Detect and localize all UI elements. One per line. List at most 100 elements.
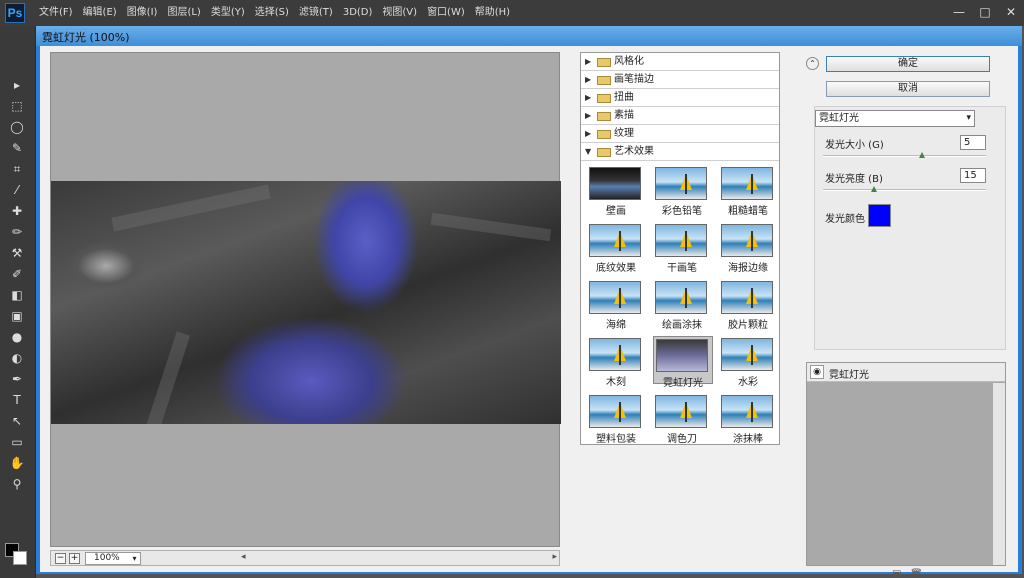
filter-category[interactable]: ▶ 扭曲 xyxy=(581,89,779,107)
filter-thumbnail[interactable]: 霓虹灯光 xyxy=(653,336,713,389)
filter-thumbnail[interactable]: 海报边缘 xyxy=(719,222,779,274)
type-icon[interactable]: T xyxy=(7,391,27,409)
collapsed-triangle-icon[interactable]: ▶ xyxy=(585,89,591,107)
lasso-icon[interactable]: ◯ xyxy=(7,118,27,136)
dialog-titlebar[interactable]: 霓虹灯光 (100%) xyxy=(36,26,1022,46)
glow-color-swatch[interactable] xyxy=(868,204,891,227)
collapse-icon[interactable]: ⌃ xyxy=(806,57,819,70)
stamp-icon[interactable]: ⚒ xyxy=(7,244,27,262)
menu-item[interactable]: 滤镜(T) xyxy=(294,0,338,26)
trash-icon[interactable]: 🗑 xyxy=(910,569,923,578)
glow-size-input[interactable]: 5 xyxy=(960,135,986,150)
slider-knob[interactable] xyxy=(871,186,877,192)
menu-item[interactable]: 视图(V) xyxy=(377,0,422,26)
filter-thumbnail[interactable]: 粗糙蜡笔 xyxy=(719,165,779,217)
slider-knob[interactable] xyxy=(919,152,925,158)
healing-icon[interactable]: ✚ xyxy=(7,202,27,220)
filter-thumbnail[interactable]: 干画笔 xyxy=(653,222,713,274)
horizontal-scrollbar[interactable]: ◂ ▸ xyxy=(241,552,557,564)
filter-thumbnail[interactable]: 水彩 xyxy=(719,336,779,388)
new-layer-icon[interactable]: ▣ xyxy=(892,569,901,578)
menu-item[interactable]: 3D(D) xyxy=(338,0,378,26)
maximize-button[interactable]: □ xyxy=(978,4,992,20)
expanded-triangle-icon[interactable]: ▼ xyxy=(585,143,591,161)
filter-thumbnail-label: 水彩 xyxy=(738,377,758,388)
collapsed-triangle-icon[interactable]: ▶ xyxy=(585,71,591,89)
filter-gallery: ▶ 风格化 ▶ 画笔描边 ▶ 扭曲 ▶ 素描 ▶ 纹理 ▼ 艺术效果壁画 彩色铅笔 粗糙蜡笔底纹效果 干画笔… xyxy=(580,52,780,445)
pen-icon[interactable]: ✒ xyxy=(7,370,27,388)
zoom-in-button[interactable]: + xyxy=(69,553,80,564)
filter-thumbnail[interactable]: 壁画 xyxy=(587,165,647,217)
crop-icon[interactable]: ⌗ xyxy=(7,160,27,178)
filter-thumbnail[interactable]: 调色刀 xyxy=(653,393,713,445)
filter-preview-image xyxy=(589,167,641,200)
chevron-down-icon[interactable]: ▾ xyxy=(129,553,140,564)
brush-icon[interactable]: ✏ xyxy=(7,223,27,241)
zoom-out-button[interactable]: − xyxy=(55,553,66,564)
filter-category[interactable]: ▶ 画笔描边 xyxy=(581,71,779,89)
eye-icon[interactable]: ◉ xyxy=(810,365,824,379)
menu-item[interactable]: 图层(L) xyxy=(162,0,205,26)
filter-thumbnail[interactable]: 海绵 xyxy=(587,279,647,331)
shape-icon[interactable]: ▭ xyxy=(7,433,27,451)
filter-thumbnail-label: 胶片颗粒 xyxy=(728,320,768,331)
eraser-icon[interactable]: ◧ xyxy=(7,286,27,304)
preview-canvas[interactable] xyxy=(50,52,561,547)
hand-icon[interactable]: ✋ xyxy=(7,454,27,472)
filter-thumbnail-label: 海报边缘 xyxy=(728,263,768,274)
menu-item[interactable]: 窗口(W) xyxy=(422,0,470,26)
menu-item[interactable]: 文件(F) xyxy=(34,0,78,26)
dodge-icon[interactable]: ◐ xyxy=(7,349,27,367)
scroll-left-icon[interactable]: ◂ xyxy=(241,552,246,562)
marquee-icon[interactable]: ⬚ xyxy=(7,97,27,115)
path-select-icon[interactable]: ↖ xyxy=(7,412,27,430)
menu-item[interactable]: 图像(I) xyxy=(122,0,163,26)
scroll-right-icon[interactable]: ▸ xyxy=(552,552,557,562)
photoshop-logo: Ps xyxy=(5,3,25,23)
filter-category[interactable]: ▶ 纹理 xyxy=(581,125,779,143)
minimize-button[interactable]: — xyxy=(952,4,966,20)
history-brush-icon[interactable]: ✐ xyxy=(7,265,27,283)
filter-thumbnail[interactable]: 塑料包装 xyxy=(587,393,647,445)
close-button[interactable]: ✕ xyxy=(1004,4,1018,20)
glow-brightness-slider[interactable] xyxy=(823,186,986,192)
cancel-button[interactable]: 取消 xyxy=(826,81,990,97)
filter-select[interactable]: 霓虹灯光 ▾ xyxy=(815,110,975,127)
filter-thumbnail[interactable]: 木刻 xyxy=(587,336,647,388)
collapsed-triangle-icon[interactable]: ▶ xyxy=(585,53,591,71)
gradient-icon[interactable]: ▣ xyxy=(7,307,27,325)
filter-thumbnail[interactable]: 底纹效果 xyxy=(587,222,647,274)
zoom-icon[interactable]: ⚲ xyxy=(7,475,27,493)
dialog-title: 霓虹灯光 (100%) xyxy=(42,31,130,44)
menu-item[interactable]: 类型(Y) xyxy=(206,0,250,26)
menu-item[interactable]: 编辑(E) xyxy=(78,0,122,26)
vertical-scrollbar[interactable] xyxy=(993,383,1005,565)
quick-select-icon[interactable]: ✎ xyxy=(7,139,27,157)
move-icon[interactable]: ▸ xyxy=(7,76,27,94)
collapsed-triangle-icon[interactable]: ▶ xyxy=(585,107,591,125)
glow-brightness-label: 发光亮度 (B) xyxy=(825,174,883,185)
folder-icon xyxy=(597,76,611,85)
glow-brightness-input[interactable]: 15 xyxy=(960,168,986,183)
filter-preview-image xyxy=(655,224,707,257)
eyedropper-icon[interactable]: ⁄ xyxy=(7,181,27,199)
filter-thumbnail[interactable]: 涂抹棒 xyxy=(719,393,779,445)
background-color-swatch[interactable] xyxy=(13,551,27,565)
menu-item[interactable]: 帮助(H) xyxy=(470,0,515,26)
ok-button[interactable]: 确定 xyxy=(826,56,990,72)
collapsed-triangle-icon[interactable]: ▶ xyxy=(585,125,591,143)
folder-icon xyxy=(597,58,611,67)
filter-thumbnail[interactable]: 绘画涂抹 xyxy=(653,279,713,331)
filter-gallery-dialog: 霓虹灯光 (100%) − + 100% ▾ ◂ ▸ ▶ 风格化 ▶ 画笔描边 … xyxy=(36,26,1022,578)
filter-preview-image xyxy=(721,338,773,371)
filter-thumbnail[interactable]: 胶片颗粒 xyxy=(719,279,779,331)
effect-layer-row[interactable]: ◉ 霓虹灯光 xyxy=(807,363,1005,382)
filter-category[interactable]: ▼ 艺术效果 xyxy=(581,143,779,161)
blur-icon[interactable]: ● xyxy=(7,328,27,346)
filter-category[interactable]: ▶ 风格化 xyxy=(581,53,779,71)
filter-thumbnail[interactable]: 彩色铅笔 xyxy=(653,165,713,217)
glow-size-slider[interactable] xyxy=(823,152,986,158)
filter-select-value: 霓虹灯光 xyxy=(819,113,859,124)
menu-item[interactable]: 选择(S) xyxy=(250,0,294,26)
filter-category[interactable]: ▶ 素描 xyxy=(581,107,779,125)
